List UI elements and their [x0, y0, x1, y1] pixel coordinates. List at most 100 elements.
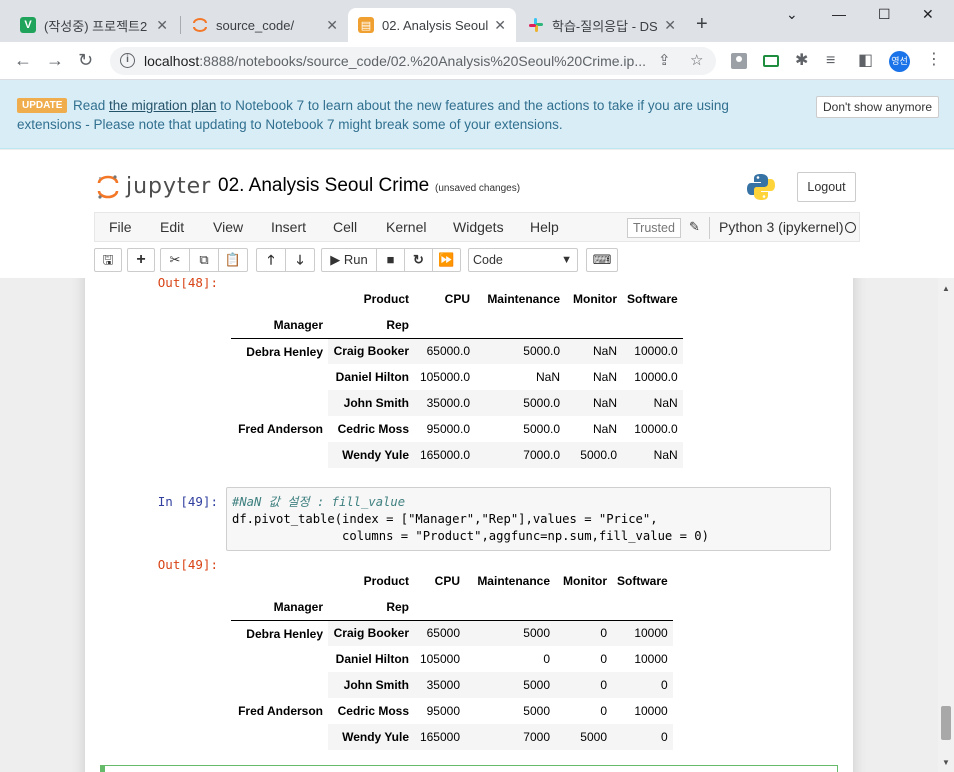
column-header: Maintenance [477, 574, 550, 588]
migration-plan-link[interactable]: the migration plan [109, 98, 216, 113]
output-prompt: Out[49]: [157, 557, 218, 572]
code-editor[interactable]: #NaN 값 설정 : fill_value df.pivot_table(in… [226, 487, 831, 551]
menu-file[interactable]: File [109, 219, 132, 235]
reload-icon[interactable]: ↻ [78, 50, 93, 70]
paste-cell-button[interactable]: 📋 [218, 248, 248, 272]
value-cell: 10000 [634, 704, 668, 718]
value-cell: 65000.0 [414, 338, 475, 364]
minimize-icon[interactable]: — [832, 6, 846, 22]
restart-run-all-button[interactable]: ⏩ [432, 248, 461, 272]
banner-message: Read the migration plan to Notebook 7 to… [17, 98, 729, 132]
bookmark-star-icon[interactable]: ☆ [690, 51, 703, 69]
command-palette-button[interactable]: ⌨ [586, 248, 618, 272]
menu-cell[interactable]: Cell [333, 219, 357, 235]
new-tab-icon[interactable]: + [696, 14, 708, 34]
manager-cell: Debra Henley [246, 344, 323, 359]
code-line: columns = "Product",aggfunc=np.sum,fill_… [232, 529, 709, 543]
rep-cell: Craig Booker [328, 620, 414, 646]
value-cell: 0 [555, 620, 612, 646]
extensions-puzzle-icon[interactable]: ✱ [795, 51, 808, 71]
column-header: Product [363, 292, 409, 306]
browser-menu-icon[interactable]: ⋮ [926, 51, 942, 69]
value-cell: 5000 [465, 620, 555, 646]
close-tab-icon[interactable]: ✕ [156, 17, 168, 34]
kernel-name[interactable]: Python 3 (ipykernel) [719, 219, 844, 235]
jupyter-favicon-icon [192, 17, 208, 33]
copy-icon: ⧉ [199, 252, 209, 267]
value-cell: 7000 [465, 724, 555, 750]
notebook-title[interactable]: 02. Analysis Seoul Crime [218, 175, 429, 197]
scrollbar-thumb[interactable] [941, 706, 951, 740]
value-cell: 0 [600, 704, 607, 718]
maximize-icon[interactable]: ☐ [878, 6, 891, 23]
logout-button[interactable]: Logout [797, 172, 856, 202]
paste-icon: 📋 [224, 252, 242, 267]
menu-widgets[interactable]: Widgets [453, 219, 504, 235]
vertical-scrollbar[interactable]: ▲ ▼ [938, 278, 954, 772]
site-info-icon[interactable]: i [120, 53, 135, 68]
dont-show-anymore-button[interactable]: Don't show anymore [816, 96, 940, 118]
close-tab-icon[interactable]: ✕ [494, 17, 506, 34]
move-down-button[interactable]: 🡓 [285, 248, 315, 272]
play-icon: ▶ [330, 252, 341, 267]
tab-search-chevron-icon[interactable]: ⌄ [786, 6, 798, 23]
cut-cell-button[interactable]: ✂ [160, 248, 190, 272]
jupyter-logo-icon[interactable] [97, 174, 119, 200]
value-cell: 10000.0 [622, 338, 683, 364]
restart-kernel-button[interactable]: ↻ [404, 248, 433, 272]
menu-help[interactable]: Help [530, 219, 559, 235]
close-tab-icon[interactable]: ✕ [664, 17, 676, 34]
cell-type-select[interactable]: Code ▼ [468, 248, 578, 272]
value-cell: NaN [622, 390, 683, 416]
selected-empty-cell[interactable] [100, 765, 838, 772]
close-tab-icon[interactable]: ✕ [326, 17, 338, 34]
save-notebook-button[interactable]: 🖫 [94, 248, 122, 272]
extension-screen-icon[interactable] [762, 52, 780, 70]
move-up-button[interactable]: 🡑 [256, 248, 286, 272]
media-queue-icon[interactable]: ≡ [826, 51, 835, 71]
share-icon[interactable]: ⇪ [658, 51, 671, 69]
value-cell: 0 [600, 652, 607, 666]
rep-cell: Daniel Hilton [335, 652, 409, 666]
browser-tab[interactable]: 학습-질의응답 - DS ✕ [518, 8, 686, 42]
vrew-favicon-icon: V [20, 17, 36, 33]
back-icon[interactable]: ← [14, 50, 32, 70]
value-cell: 95000 [426, 704, 460, 718]
browser-tab[interactable]: V (작성중) 프로젝트2 ✕ [10, 8, 178, 42]
save-status: (unsaved changes) [435, 183, 521, 194]
fast-forward-icon: ⏩ [438, 252, 455, 267]
trusted-indicator[interactable]: Trusted [627, 218, 681, 238]
notebook-scroll-area[interactable]: Out[48]: Product CPU Maintenance Monitor… [0, 278, 938, 772]
menu-view[interactable]: View [213, 219, 243, 235]
scissors-icon: ✂ [169, 252, 181, 267]
value-cell: 5000.0 [523, 422, 560, 436]
side-panel-icon[interactable]: ◧ [858, 51, 873, 71]
profile-avatar[interactable]: 영선 [889, 51, 910, 72]
python-logo-icon [747, 174, 775, 200]
index-name: Rep [386, 317, 409, 332]
address-bar[interactable]: i localhost:8888/notebooks/source_code/0… [110, 47, 716, 75]
copy-cell-button[interactable]: ⧉ [189, 248, 219, 272]
jupyter-wordmark[interactable]: jupyter [126, 174, 211, 199]
kernel-idle-icon [845, 222, 856, 233]
column-header: Monitor [563, 574, 607, 588]
value-cell: 35000.0 [414, 390, 475, 416]
menu-kernel[interactable]: Kernel [386, 219, 426, 235]
rep-cell: Wendy Yule [328, 724, 414, 750]
scroll-up-icon[interactable]: ▲ [942, 284, 950, 293]
insert-cell-button[interactable]: + [127, 248, 155, 272]
scroll-down-icon[interactable]: ▼ [942, 758, 950, 767]
value-cell: NaN [592, 422, 617, 436]
browser-tab-active[interactable]: ▤ 02. Analysis Seoul ✕ [348, 8, 516, 42]
menu-edit[interactable]: Edit [160, 219, 184, 235]
close-window-icon[interactable]: ✕ [922, 6, 934, 23]
run-button[interactable]: ▶ Run [321, 248, 377, 272]
arrow-down-icon: 🡓 [296, 252, 304, 267]
browser-tab[interactable]: source_code/ ✕ [182, 8, 348, 42]
extension-avatar-icon[interactable] [730, 52, 748, 70]
interrupt-kernel-button[interactable]: ■ [376, 248, 405, 272]
index-name: Manager [273, 317, 323, 332]
menu-insert[interactable]: Insert [271, 219, 306, 235]
arrow-up-icon: 🡑 [267, 252, 275, 267]
forward-icon[interactable]: → [46, 50, 64, 70]
